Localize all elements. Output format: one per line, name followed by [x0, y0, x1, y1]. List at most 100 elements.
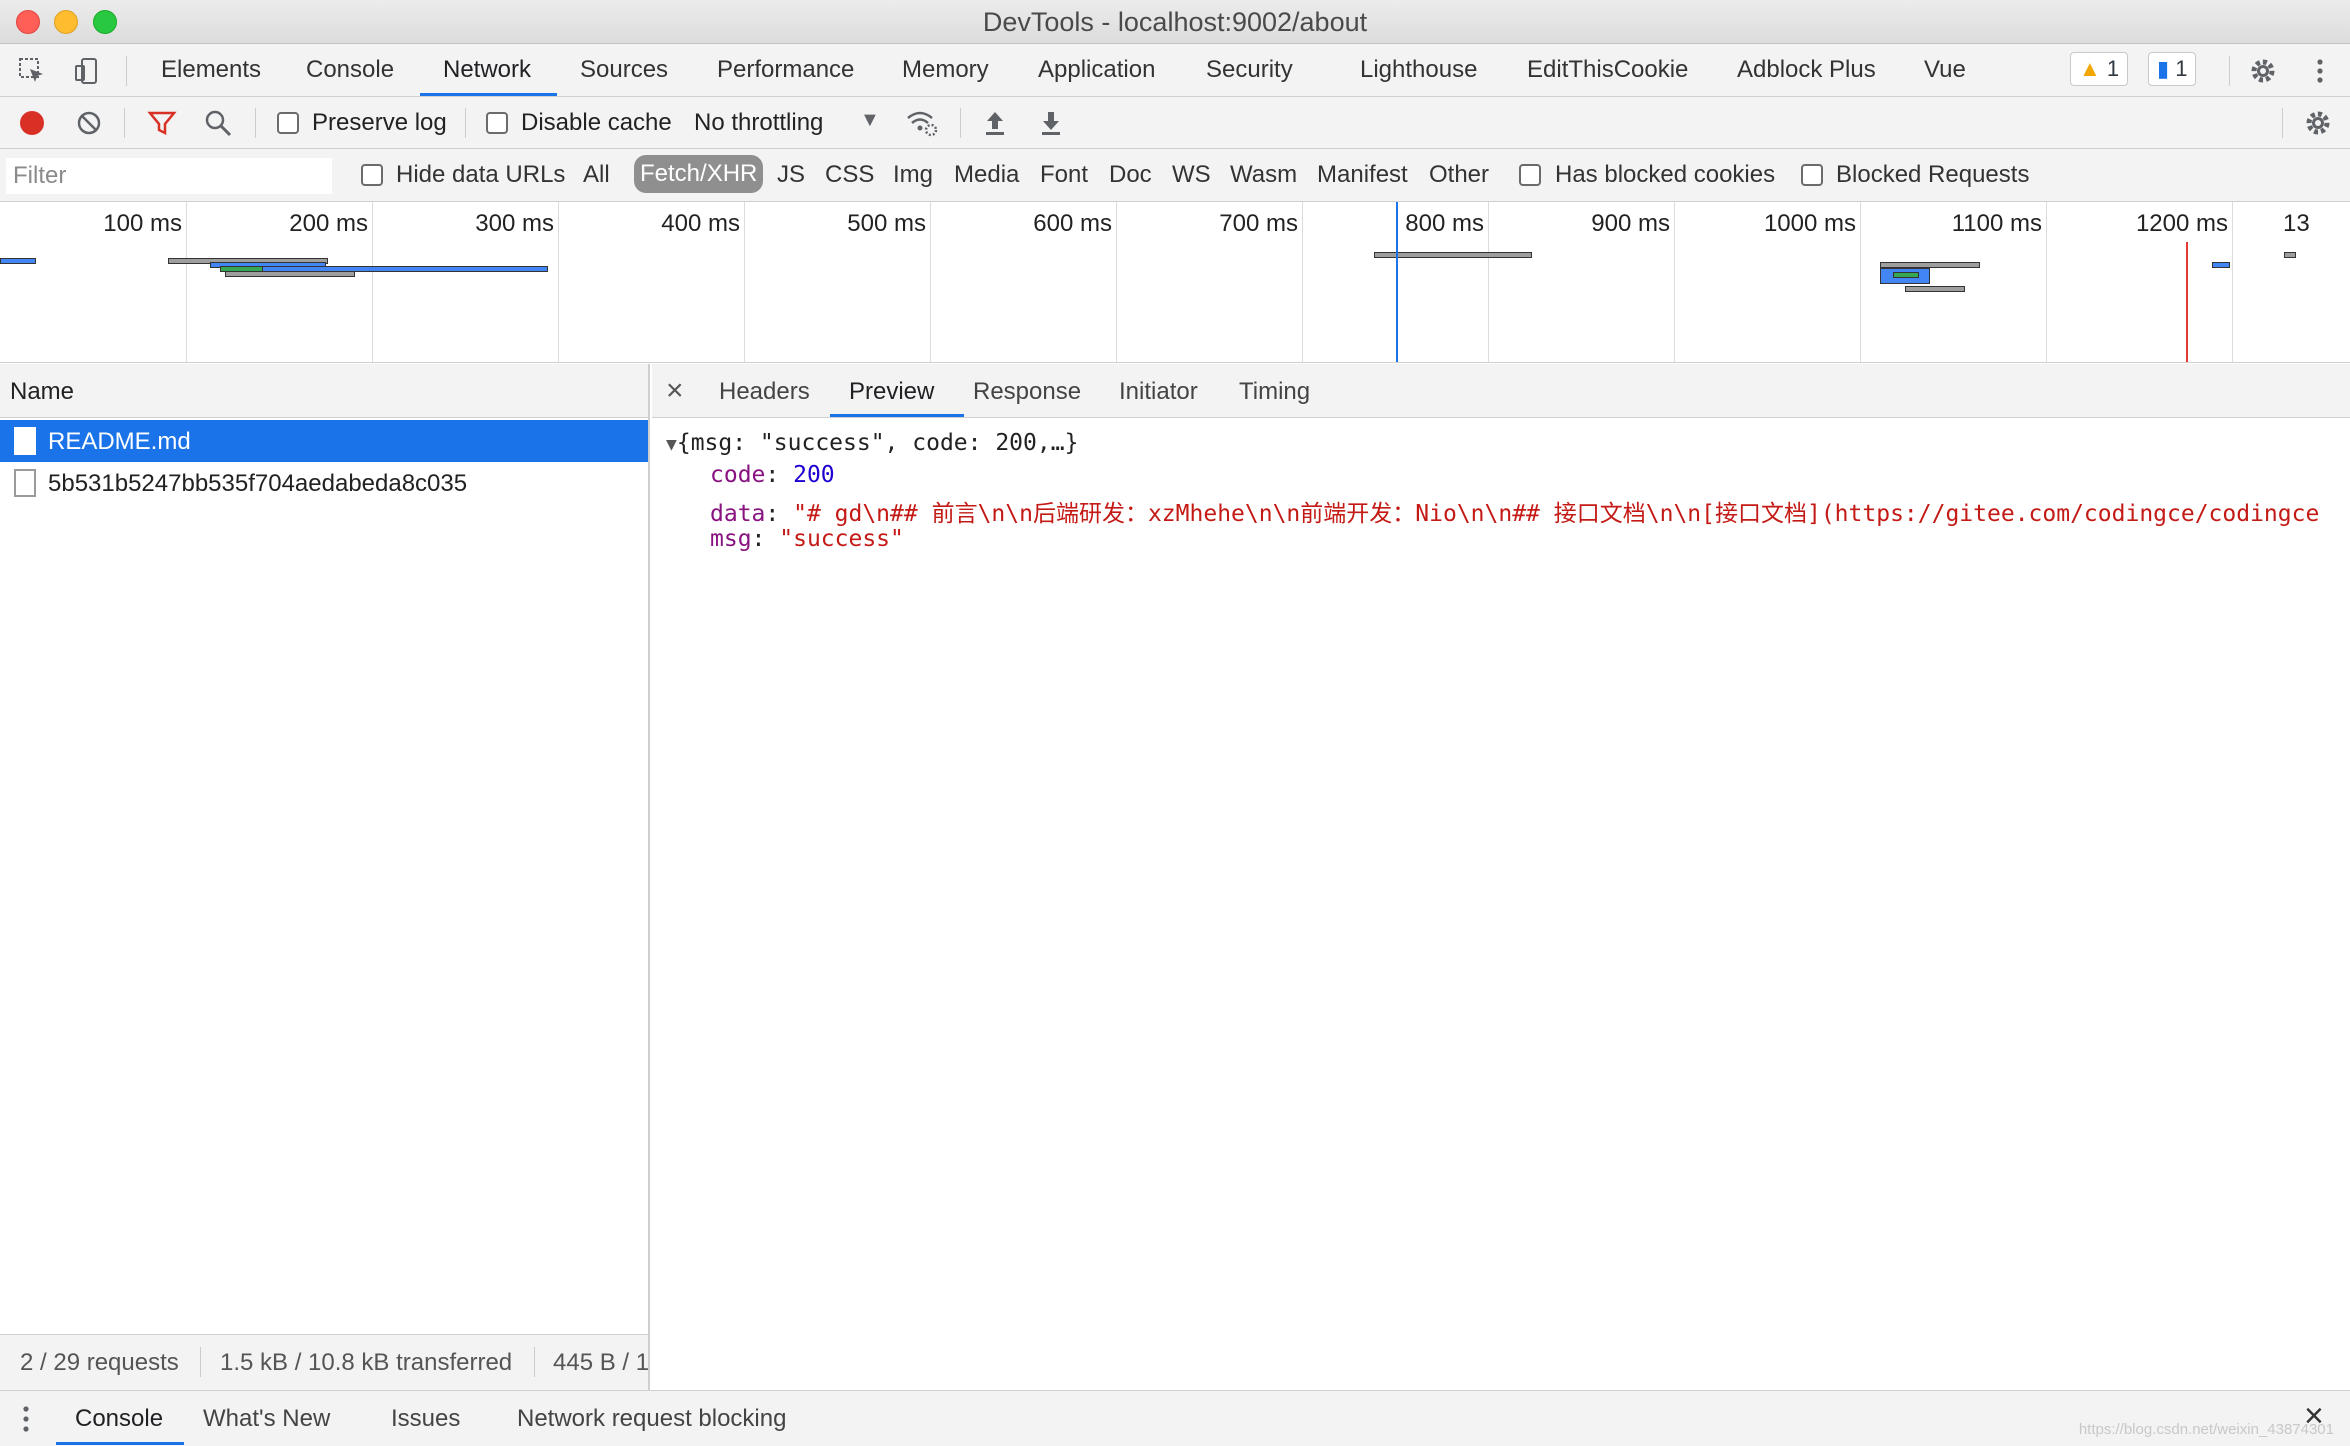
settings-gear-icon[interactable]	[2248, 56, 2278, 86]
tab-console[interactable]: Console	[306, 56, 394, 84]
request-list-header[interactable]: Name	[0, 364, 648, 418]
inspect-element-icon[interactable]	[17, 56, 47, 86]
document-icon	[14, 469, 36, 497]
filter-type-all[interactable]: All	[583, 161, 610, 189]
drawer-tab-issues[interactable]: Issues	[391, 1405, 460, 1433]
tick-label: 500 ms	[847, 210, 926, 237]
has-blocked-cookies-label: Has blocked cookies	[1555, 161, 1776, 188]
request-count: 2 / 29 requests	[20, 1349, 179, 1376]
filter-type-manifest[interactable]: Manifest	[1317, 161, 1408, 189]
tab-headers[interactable]: Headers	[719, 378, 810, 406]
throttling-select[interactable]: No throttling ▼	[694, 105, 884, 141]
hide-data-urls-checkbox[interactable]	[361, 164, 383, 186]
chevron-down-icon: ▼	[860, 109, 880, 131]
tab-security[interactable]: Security	[1206, 56, 1293, 84]
active-tab-indicator	[420, 93, 557, 96]
throttling-value: No throttling	[694, 109, 824, 136]
tick-label: 1200 ms	[2135, 210, 2228, 237]
blocked-requests-checkbox[interactable]	[1801, 164, 1823, 186]
tab-response[interactable]: Response	[973, 378, 1081, 406]
preserve-log-checkbox[interactable]	[277, 112, 299, 134]
overview-bar	[1893, 272, 1919, 278]
warnings-badge[interactable]: ▲ 1	[2070, 52, 2129, 86]
disable-cache-label: Disable cache	[521, 109, 672, 136]
export-har-icon[interactable]	[1036, 108, 1066, 138]
json-key: data	[710, 501, 766, 527]
tab-preview[interactable]: Preview	[849, 378, 934, 406]
tab-sources[interactable]: Sources	[580, 56, 668, 84]
messages-count: 1	[2175, 56, 2188, 81]
transferred-size: 1.5 kB / 10.8 kB transferred	[220, 1349, 513, 1376]
overview-bar	[1905, 286, 1965, 292]
more-options-icon[interactable]	[2305, 56, 2335, 86]
filter-type-media[interactable]: Media	[954, 161, 1019, 189]
request-name: README.md	[48, 428, 191, 455]
tab-performance[interactable]: Performance	[717, 56, 854, 84]
overview-bar	[0, 258, 36, 264]
resources-size: 445 B / 1	[553, 1349, 648, 1376]
tab-network[interactable]: Network	[443, 56, 531, 84]
tab-initiator[interactable]: Initiator	[1119, 378, 1198, 406]
warnings-count: 1	[2106, 56, 2120, 81]
network-toolbar: Preserve log Disable cache No throttling…	[0, 97, 2350, 149]
tick-label: 400 ms	[661, 210, 740, 237]
filter-type-fetch-xhr[interactable]: Fetch/XHR	[634, 155, 764, 193]
filter-type-img[interactable]: Img	[893, 161, 933, 189]
devtools-main-toolbar: Elements Console Network Sources Perform…	[0, 44, 2350, 97]
tick-label: 600 ms	[1033, 210, 1112, 237]
filter-bar: Hide data URLs All Fetch/XHR JS CSS Img …	[0, 149, 2350, 202]
drawer-tabbar: Console What's New Issues Network reques…	[0, 1390, 2350, 1446]
tab-lighthouse[interactable]: Lighthouse	[1360, 56, 1477, 84]
filter-type-js[interactable]: JS	[777, 161, 805, 189]
request-row[interactable]: 5b531b5247bb535f704aedabeda8c035	[0, 462, 648, 504]
drawer-tab-network-request-blocking[interactable]: Network request blocking	[517, 1405, 786, 1433]
network-overview-timeline[interactable]: 100 ms 200 ms 300 ms 400 ms 500 ms 600 m…	[0, 202, 2350, 363]
filter-type-css[interactable]: CSS	[825, 161, 874, 189]
tab-editthiscookie[interactable]: EditThisCookie	[1527, 56, 1688, 84]
drawer-menu-icon[interactable]	[18, 1403, 34, 1435]
disable-cache-checkbox[interactable]	[486, 112, 508, 134]
messages-badge[interactable]: ▮ 1	[2148, 52, 2197, 86]
filter-type-wasm[interactable]: Wasm	[1230, 161, 1297, 189]
json-property-data: data: "# gd\n## 前言\n\n后端研发：xzMhehe\n\n前端…	[710, 501, 2320, 527]
filter-type-ws[interactable]: WS	[1172, 161, 1211, 189]
request-name: 5b531b5247bb535f704aedabeda8c035	[48, 470, 468, 497]
request-summary-bar: 2 / 29 requests 1.5 kB / 10.8 kB transfe…	[0, 1334, 648, 1390]
filter-type-font[interactable]: Font	[1040, 161, 1088, 189]
json-value: 200	[793, 462, 835, 488]
request-row[interactable]: README.md	[0, 420, 648, 462]
document-icon	[14, 427, 36, 455]
has-blocked-cookies-checkbox[interactable]	[1519, 164, 1541, 186]
tick-label: 1000 ms	[1763, 210, 1856, 237]
tab-elements[interactable]: Elements	[161, 56, 261, 84]
json-key: msg	[710, 526, 752, 552]
import-har-icon[interactable]	[980, 108, 1010, 138]
filter-input[interactable]	[6, 158, 332, 194]
overview-bar	[262, 266, 548, 272]
tab-timing[interactable]: Timing	[1239, 378, 1310, 406]
hide-data-urls-label: Hide data URLs	[396, 161, 566, 188]
request-detail-panel: × Headers Preview Response Initiator Tim…	[652, 364, 2350, 1390]
clear-icon[interactable]	[74, 108, 104, 138]
json-summary: {msg: "success", code: 200,…}	[676, 430, 1079, 456]
device-toolbar-icon[interactable]	[72, 56, 102, 86]
close-icon[interactable]: ×	[666, 374, 684, 408]
drawer-tab-whats-new[interactable]: What's New	[203, 1405, 330, 1433]
filter-type-doc[interactable]: Doc	[1109, 161, 1152, 189]
drawer-tab-console[interactable]: Console	[75, 1405, 163, 1433]
tab-memory[interactable]: Memory	[902, 56, 989, 84]
tab-vue[interactable]: Vue	[1924, 56, 1966, 84]
record-icon[interactable]	[17, 108, 47, 138]
filter-icon[interactable]	[147, 108, 177, 138]
network-conditions-icon[interactable]	[905, 108, 939, 138]
tab-application[interactable]: Application	[1038, 56, 1155, 84]
close-drawer-icon[interactable]: ×	[2304, 1397, 2324, 1436]
network-settings-gear-icon[interactable]	[2303, 108, 2333, 138]
expand-triangle-icon: ▼	[666, 434, 677, 455]
filter-type-other[interactable]: Other	[1429, 161, 1489, 189]
tab-adblock-plus[interactable]: Adblock Plus	[1737, 56, 1876, 84]
json-root-node[interactable]: ▼{msg: "success", code: 200,…}	[666, 430, 1078, 456]
active-detail-tab-indicator	[830, 414, 964, 417]
search-icon[interactable]	[203, 108, 233, 138]
overview-bar	[2212, 262, 2230, 268]
